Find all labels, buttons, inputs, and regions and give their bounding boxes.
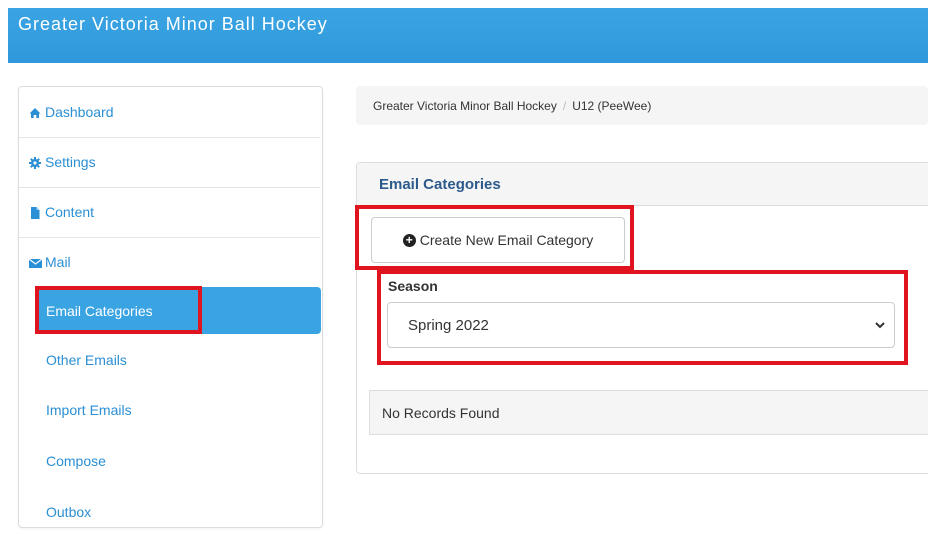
empty-records-message: No Records Found	[369, 390, 928, 435]
sidebar-item-settings[interactable]: Settings	[19, 137, 320, 188]
empty-records-text: No Records Found	[382, 404, 500, 421]
envelope-icon	[28, 256, 43, 268]
sidebar-item-label: Mail	[45, 254, 71, 270]
season-label: Season	[388, 278, 438, 294]
plus-circle-icon: +	[402, 233, 416, 247]
chevron-down-icon	[874, 318, 886, 330]
panel-title: Email Categories	[379, 176, 501, 193]
home-icon	[29, 106, 41, 118]
sidebar-item-label: Settings	[45, 154, 96, 170]
gear-icon	[29, 156, 41, 169]
sidebar-item-compose[interactable]: Compose	[36, 439, 337, 483]
breadcrumb: Greater Victoria Minor Ball Hockey / U12…	[356, 86, 928, 125]
sidebar-item-outbox[interactable]: Outbox	[36, 490, 337, 534]
app-title: Greater Victoria Minor Ball Hockey	[18, 14, 328, 34]
sidebar-item-label: Content	[45, 204, 95, 220]
sidebar-item-mail[interactable]: Mail	[19, 237, 320, 287]
sidebar-item-dashboard[interactable]: Dashboard	[19, 87, 320, 138]
breadcrumb-link-org[interactable]: Greater Victoria Minor Ball Hockey	[373, 99, 557, 113]
sidebar-item-label: Other Emails	[46, 352, 127, 368]
app-header: Greater Victoria Minor Ball Hockey	[8, 8, 928, 63]
sidebar-item-label: Dashboard	[45, 104, 114, 120]
season-select[interactable]: Spring 2022	[387, 302, 895, 348]
sidebar-item-email-categories[interactable]: Email Categories	[36, 287, 321, 334]
file-icon	[29, 206, 41, 219]
sidebar-item-label: Email Categories	[46, 302, 153, 319]
create-email-category-button[interactable]: + Create New Email Category	[371, 217, 625, 263]
sidebar-item-label: Import Emails	[46, 402, 132, 418]
sidebar-item-content[interactable]: Content	[19, 187, 320, 238]
sidebar-item-other-emails[interactable]: Other Emails	[36, 338, 337, 382]
breadcrumb-current: U12 (PeeWee)	[572, 98, 652, 113]
sidebar-item-label: Compose	[46, 453, 106, 469]
panel-header: Email Categories	[357, 163, 928, 206]
breadcrumb-separator: /	[562, 98, 567, 113]
sidebar-item-import-emails[interactable]: Import Emails	[36, 388, 337, 432]
season-select-value: Spring 2022	[408, 316, 489, 334]
create-button-label: Create New Email Category	[419, 232, 594, 248]
